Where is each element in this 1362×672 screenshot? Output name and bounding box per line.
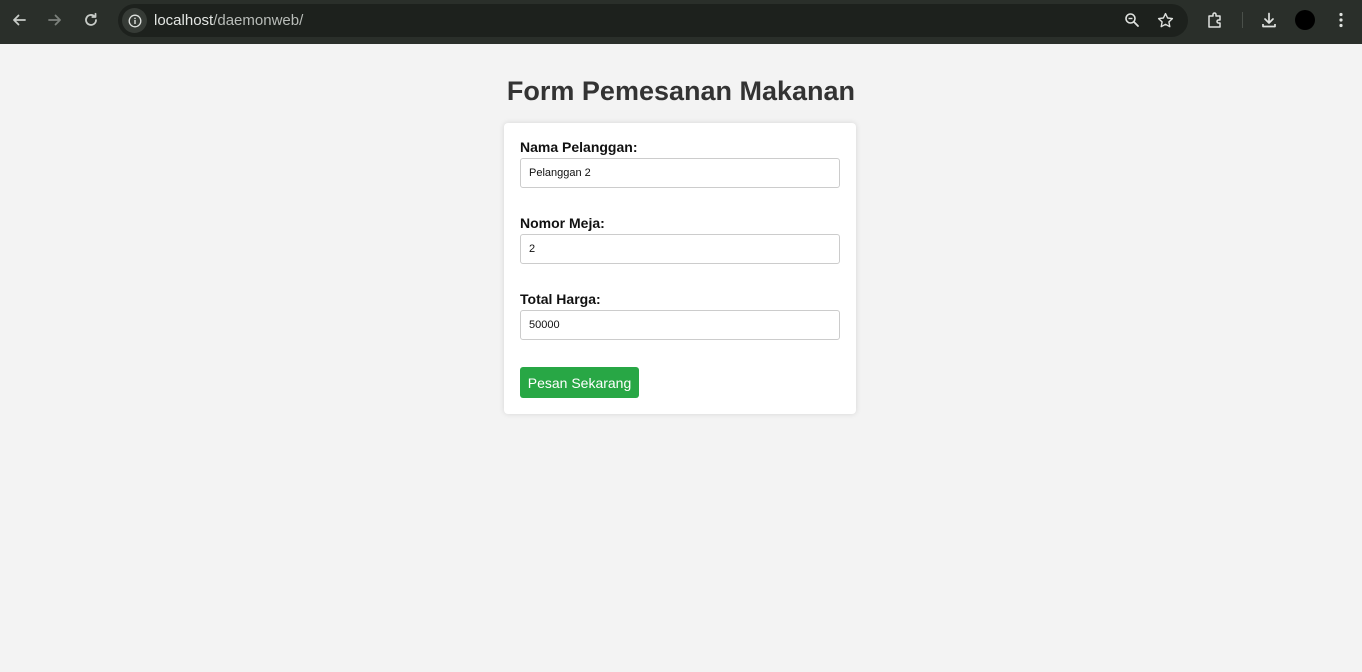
table-number-label: Nomor Meja:: [520, 215, 605, 231]
customer-name-input[interactable]: [520, 158, 840, 188]
page-title: Form Pemesanan Makanan: [506, 76, 856, 106]
url-path: /daemonweb/: [213, 12, 304, 29]
menu-icon[interactable]: [1329, 8, 1353, 32]
total-price-input[interactable]: [520, 310, 840, 340]
info-icon[interactable]: [122, 8, 147, 33]
address-bar[interactable]: localhost/daemonweb/: [118, 4, 1188, 37]
total-price-label: Total Harga:: [520, 291, 601, 307]
reload-icon[interactable]: [79, 8, 103, 32]
download-icon[interactable]: [1257, 8, 1281, 32]
customer-name-label: Nama Pelanggan:: [520, 139, 638, 155]
star-icon[interactable]: [1153, 8, 1177, 32]
toolbar-divider: [1242, 12, 1243, 28]
extensions-icon[interactable]: [1203, 8, 1227, 32]
url-host: localhost: [154, 12, 214, 29]
zoom-icon[interactable]: [1120, 8, 1144, 32]
profile-avatar[interactable]: [1295, 10, 1315, 30]
order-form: Nama Pelanggan: Nomor Meja: Total Harga:…: [504, 123, 856, 414]
browser-toolbar: localhost/daemonweb/: [0, 0, 1362, 44]
forward-arrow-icon[interactable]: [43, 8, 67, 32]
table-number-input[interactable]: [520, 234, 840, 264]
order-now-button[interactable]: Pesan Sekarang: [520, 367, 639, 398]
back-arrow-icon[interactable]: [7, 8, 31, 32]
url-text: localhost/daemonweb/: [154, 12, 303, 29]
